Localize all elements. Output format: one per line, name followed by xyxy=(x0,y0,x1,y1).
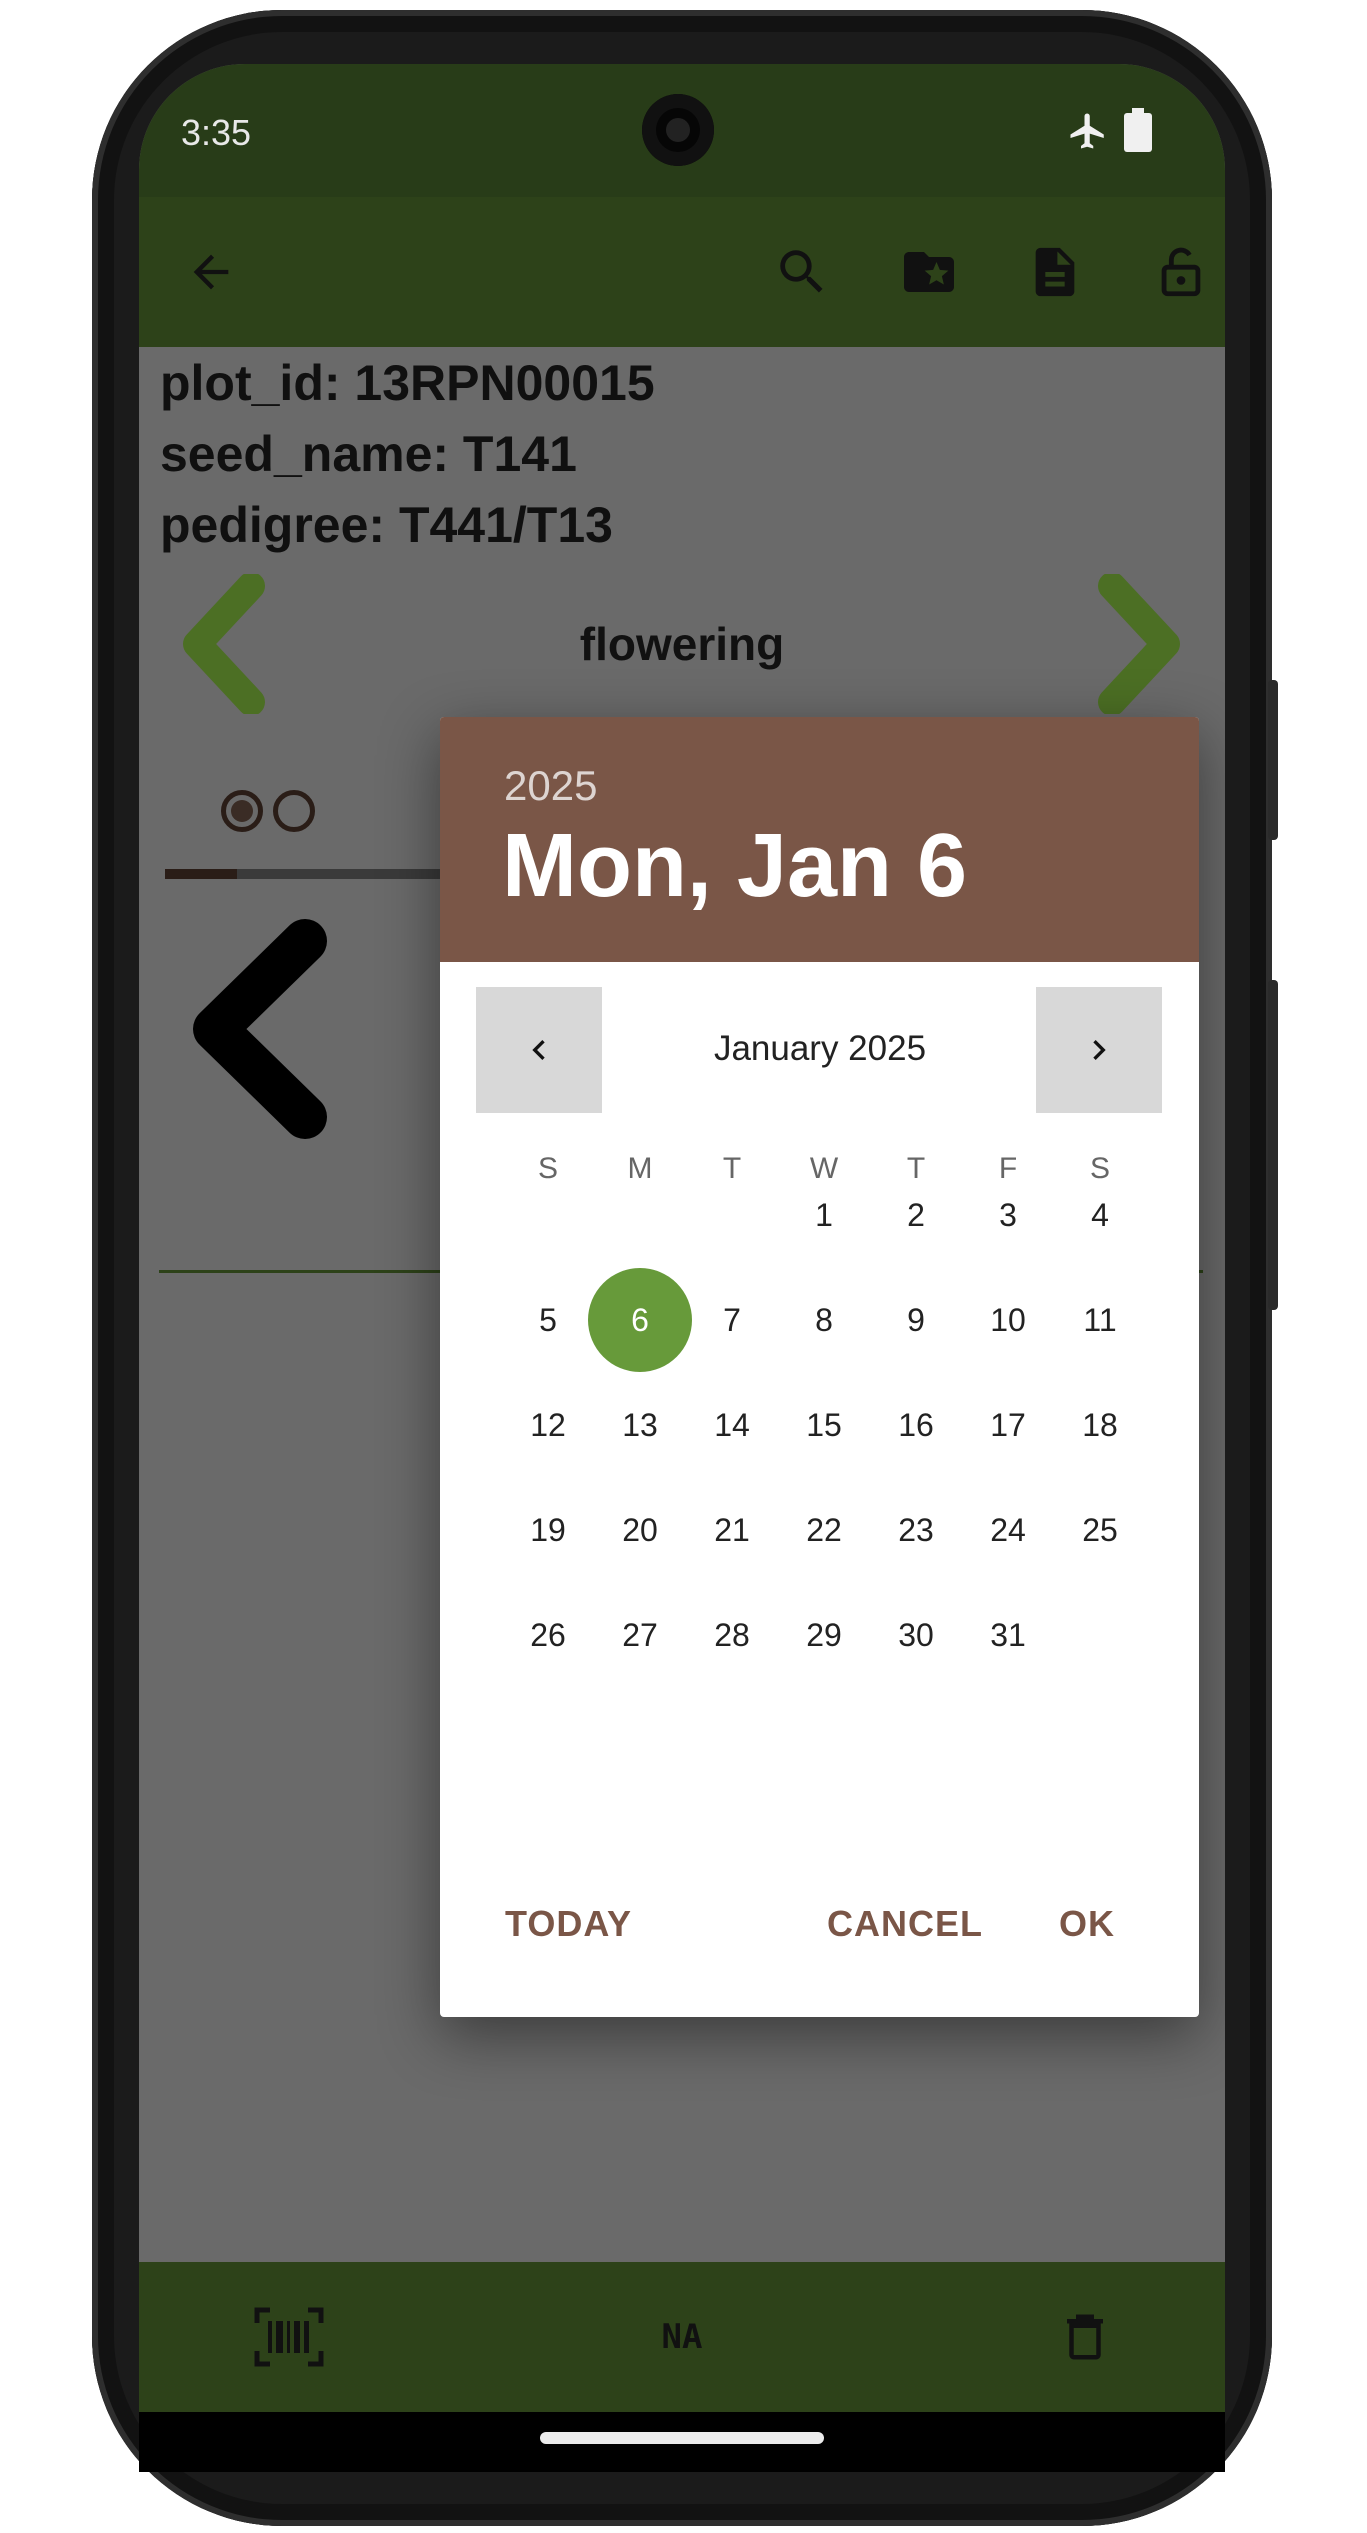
previous-plot-button[interactable] xyxy=(175,919,345,1139)
calendar-day[interactable]: 27 xyxy=(588,1583,692,1687)
today-button[interactable]: TODAY xyxy=(505,1903,632,1945)
trait-indicator xyxy=(273,790,315,832)
calendar-day[interactable]: 25 xyxy=(1048,1478,1152,1582)
calendar-day[interactable]: 7 xyxy=(680,1268,784,1372)
date-picker-dialog: 2025 Mon, Jan 6 January 2025 TODAY CANCE… xyxy=(440,717,1199,2017)
calendar-day[interactable]: 4 xyxy=(1048,1163,1152,1267)
next-month-button[interactable] xyxy=(1036,987,1162,1113)
date-picker-header: 2025 Mon, Jan 6 xyxy=(440,717,1199,962)
calendar-day[interactable]: 24 xyxy=(956,1478,1060,1582)
weekday-label: S xyxy=(537,1152,558,1185)
calendar-day[interactable]: 2 xyxy=(864,1163,968,1267)
airplane-mode-icon xyxy=(1070,113,1104,149)
arrow-left-icon xyxy=(193,254,229,290)
document-icon xyxy=(1035,247,1075,297)
home-indicator[interactable] xyxy=(540,2432,824,2444)
calendar-day[interactable]: 19 xyxy=(496,1478,600,1582)
calendar-day[interactable]: 16 xyxy=(864,1373,968,1477)
favorites-button[interactable] xyxy=(879,222,979,322)
calendar-day[interactable]: 11 xyxy=(1048,1268,1152,1372)
summary-button[interactable] xyxy=(1005,222,1105,322)
calendar-day[interactable]: 31 xyxy=(956,1583,1060,1687)
trash-icon xyxy=(1067,2314,1103,2360)
ok-button[interactable]: OK xyxy=(1059,1903,1115,1945)
selected-year[interactable]: 2025 xyxy=(504,762,597,810)
calendar-day[interactable]: 22 xyxy=(772,1478,876,1582)
status-time: 3:35 xyxy=(181,112,252,153)
cancel-button[interactable]: CANCEL xyxy=(827,1903,983,1945)
screen: 3:35 plot_id: 13RPN00015 seed_name: T141… xyxy=(139,64,1225,2412)
calendar-day[interactable]: 14 xyxy=(680,1373,784,1477)
calendar-day[interactable]: 5 xyxy=(496,1268,600,1372)
plot-id-label: plot_id: 13RPN00015 xyxy=(160,355,655,411)
calendar-day[interactable]: 13 xyxy=(588,1373,692,1477)
progress-fill xyxy=(165,869,237,879)
seed-name-label: seed_name: T141 xyxy=(160,426,577,482)
calendar-day[interactable]: 21 xyxy=(680,1478,784,1582)
calendar-day[interactable]: 17 xyxy=(956,1373,1060,1477)
calendar-day[interactable]: 18 xyxy=(1048,1373,1152,1477)
chevron-right-icon xyxy=(1093,1040,1106,1060)
camera-lens xyxy=(666,118,690,142)
calendar-day[interactable]: 30 xyxy=(864,1583,968,1687)
calendar-day[interactable]: 10 xyxy=(956,1268,1060,1372)
calendar-day[interactable]: 12 xyxy=(496,1373,600,1477)
calendar-day[interactable]: 3 xyxy=(956,1163,1060,1267)
weekday-label: M xyxy=(627,1152,653,1185)
calendar-day[interactable]: 26 xyxy=(496,1583,600,1687)
bottom-bar: NA xyxy=(139,2262,1225,2412)
calendar-day[interactable]: 9 xyxy=(864,1268,968,1372)
volume-button xyxy=(1268,680,1278,840)
calendar-day[interactable]: 15 xyxy=(772,1373,876,1477)
calendar-day[interactable]: 23 xyxy=(864,1478,968,1582)
calendar-day[interactable]: 28 xyxy=(680,1583,784,1687)
lock-button[interactable] xyxy=(1131,222,1225,322)
folder-star-icon xyxy=(904,252,954,292)
pedigree-label: pedigree: T441/T13 xyxy=(160,497,613,553)
previous-month-button[interactable] xyxy=(476,987,602,1113)
na-label: NA xyxy=(661,2317,703,2357)
power-button xyxy=(1268,980,1278,1310)
selected-date-label[interactable]: Mon, Jan 6 xyxy=(502,815,967,918)
back-button[interactable] xyxy=(161,222,261,322)
trait-name: flowering xyxy=(579,618,785,670)
calendar-day-selected[interactable]: 6 xyxy=(588,1268,692,1372)
chevron-left-icon xyxy=(532,1040,545,1060)
lock-open-icon xyxy=(1161,247,1201,297)
previous-trait-button[interactable] xyxy=(169,574,269,714)
trait-indicator-current xyxy=(221,790,263,832)
calendar-day[interactable]: 8 xyxy=(772,1268,876,1372)
battery-icon xyxy=(1124,108,1152,152)
month-year-label: January 2025 xyxy=(713,1029,927,1068)
barcode-scan-button[interactable] xyxy=(239,2287,339,2387)
calendar-day[interactable]: 29 xyxy=(772,1583,876,1687)
search-button[interactable] xyxy=(752,222,852,322)
calendar-day[interactable]: 1 xyxy=(772,1163,876,1267)
status-bar: 3:35 xyxy=(139,64,1225,197)
calendar-day[interactable]: 20 xyxy=(588,1478,692,1582)
delete-button[interactable] xyxy=(1035,2287,1135,2387)
barcode-scan-icon xyxy=(254,2307,324,2367)
search-icon xyxy=(780,250,823,293)
next-trait-button[interactable] xyxy=(1094,574,1194,714)
na-button[interactable]: NA xyxy=(632,2287,732,2387)
weekday-label: T xyxy=(722,1152,742,1185)
toolbar xyxy=(139,197,1225,347)
